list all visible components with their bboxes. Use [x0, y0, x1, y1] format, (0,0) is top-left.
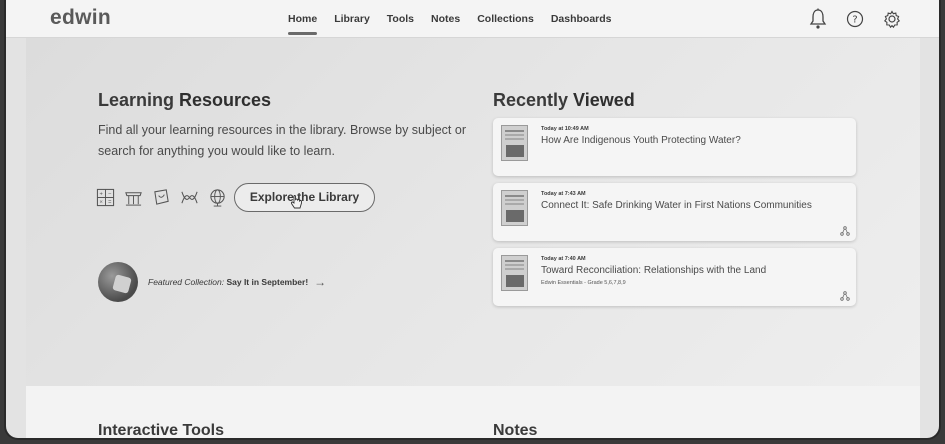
- resource-thumbnail: [501, 190, 528, 226]
- svg-text:−: −: [108, 192, 112, 198]
- recent-item-title: Connect It: Safe Drinking Water in First…: [541, 200, 812, 211]
- svg-text:?: ?: [852, 15, 857, 26]
- svg-text:=: =: [108, 200, 112, 206]
- interactive-tools-title: Interactive Tools: [98, 422, 224, 439]
- featured-label: Featured Collection:: [148, 277, 225, 287]
- share-icon[interactable]: [840, 291, 850, 301]
- resource-thumbnail: [501, 125, 528, 161]
- featured-collection-avatar: [98, 262, 138, 302]
- recent-item-time: Today at 10:49 AM: [541, 126, 589, 132]
- recent-item-title: Toward Reconciliation: Relationships wit…: [541, 265, 767, 276]
- math-icon[interactable]: + −× =: [96, 188, 115, 207]
- science-dna-icon[interactable]: [180, 188, 199, 207]
- help-icon[interactable]: ?: [844, 8, 866, 30]
- featured-collection-name: Say It in September!: [226, 277, 309, 287]
- featured-collection-link[interactable]: Featured Collection: Say It in September…: [98, 262, 326, 302]
- svg-text:+: +: [100, 192, 104, 198]
- nav-dashboards[interactable]: Dashboards: [551, 13, 612, 29]
- recent-item-subtitle: Edwin Essentials - Grade 5,6,7,8,9: [541, 280, 626, 286]
- recent-item-card[interactable]: Today at 10:49 AM How Are Indigenous You…: [493, 118, 856, 176]
- recently-viewed-title: Recently Viewed: [493, 90, 635, 110]
- svg-text:×: ×: [100, 200, 103, 206]
- main-nav: Home Library Tools Notes Collections Das…: [288, 13, 629, 35]
- recent-item-card[interactable]: Today at 7:40 AM Toward Reconciliation: …: [493, 248, 856, 306]
- notes-title: Notes: [493, 422, 538, 439]
- nav-library[interactable]: Library: [334, 13, 370, 29]
- nav-notes[interactable]: Notes: [431, 13, 460, 29]
- learning-resources-title: Learning Resources: [98, 90, 272, 110]
- language-arts-icon[interactable]: [152, 188, 171, 207]
- nav-home[interactable]: Home: [288, 13, 318, 35]
- learning-resources-description: Find all your learning resources in the …: [98, 123, 466, 158]
- nav-tools[interactable]: Tools: [387, 13, 414, 29]
- social-studies-icon[interactable]: [124, 188, 143, 207]
- app-frame: edwin Home Library Tools Notes Collectio…: [4, 0, 941, 440]
- recent-item-time: Today at 7:43 AM: [541, 191, 586, 197]
- top-navigation-bar: edwin Home Library Tools Notes Collectio…: [6, 0, 939, 38]
- arrow-right-icon: →: [314, 275, 327, 289]
- hand-cursor-icon: [290, 195, 302, 209]
- recent-item-title: How Are Indigenous Youth Protecting Wate…: [541, 135, 741, 146]
- nav-collections[interactable]: Collections: [477, 13, 534, 29]
- lower-section: Interactive Tools Notes: [26, 386, 920, 439]
- hero-section: Learning Resources Find all your learnin…: [26, 38, 920, 386]
- edwin-logo[interactable]: edwin: [50, 6, 111, 30]
- bell-icon[interactable]: [807, 8, 829, 30]
- top-icons: ?: [807, 8, 903, 30]
- subject-icons: + − × =: [96, 188, 227, 207]
- resource-thumbnail: [501, 255, 528, 291]
- settings-gear-icon[interactable]: [881, 8, 903, 30]
- recent-item-time: Today at 7:40 AM: [541, 256, 586, 262]
- share-icon[interactable]: [840, 226, 850, 236]
- explore-library-button[interactable]: Explore the Library: [234, 183, 375, 212]
- recent-item-card[interactable]: Today at 7:43 AM Connect It: Safe Drinki…: [493, 183, 856, 241]
- globe-icon[interactable]: [208, 188, 227, 207]
